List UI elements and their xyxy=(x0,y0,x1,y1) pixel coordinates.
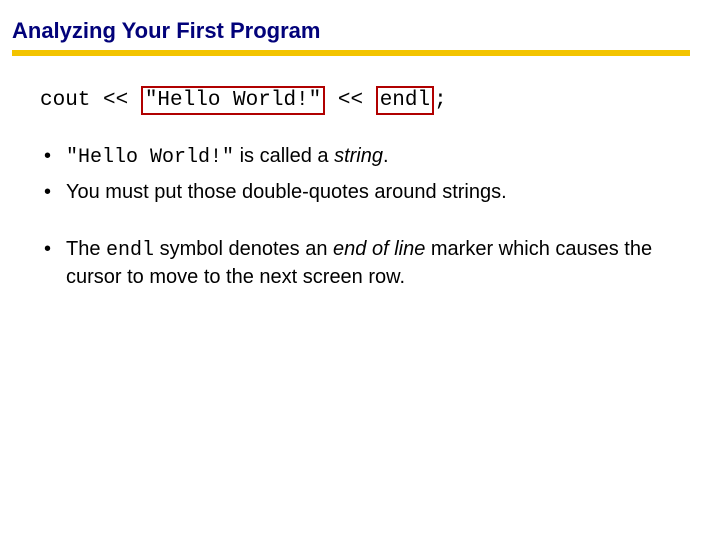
code-semicolon: ; xyxy=(434,89,447,112)
code-endl-box: endl xyxy=(376,86,434,115)
code-line: cout << "Hello World!" << endl; xyxy=(40,86,690,115)
bullet-1: "Hello World!" is called a string. xyxy=(44,143,690,171)
bullet-list-2: The endl symbol denotes an end of line m… xyxy=(12,236,690,291)
code-mid: << xyxy=(325,89,375,112)
bullet-3-t1: The xyxy=(66,238,106,260)
bullet-2: You must put those double-quotes around … xyxy=(44,179,690,206)
bullet-1-code: "Hello World!" xyxy=(66,146,234,169)
slide-title: Analyzing Your First Program xyxy=(12,18,690,50)
bullet-1-t1: is called a xyxy=(234,145,334,167)
slide: Analyzing Your First Program cout << "He… xyxy=(0,0,720,540)
bullet-list: "Hello World!" is called a string. You m… xyxy=(12,143,690,206)
bullet-1-em: string xyxy=(334,145,383,167)
title-underline xyxy=(12,50,690,56)
bullet-1-t2: . xyxy=(383,145,389,167)
bullet-3-code: endl xyxy=(106,239,154,262)
bullet-3: The endl symbol denotes an end of line m… xyxy=(44,236,690,291)
bullet-3-t2: symbol denotes an xyxy=(154,238,333,260)
code-cout: cout << xyxy=(40,89,141,112)
code-string-literal-box: "Hello World!" xyxy=(141,86,325,115)
bullet-3-em: end of line xyxy=(333,238,425,260)
spacer xyxy=(12,214,690,236)
